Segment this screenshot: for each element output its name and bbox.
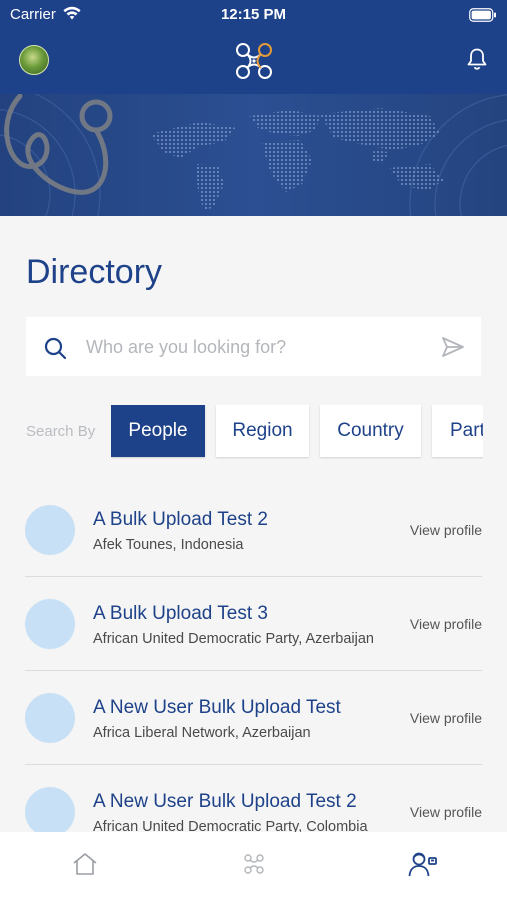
avatar	[25, 505, 75, 555]
filter-region[interactable]: Region	[216, 405, 309, 457]
view-profile-link[interactable]: View profile	[410, 710, 482, 726]
filter-chips: People Region Country Part	[111, 405, 483, 459]
home-icon	[72, 852, 98, 881]
clock: 12:15 PM	[220, 6, 287, 23]
search-input[interactable]	[84, 327, 428, 367]
network-icon	[242, 852, 266, 881]
person-affiliation: Africa Liberal Network, Azerbaijan	[93, 725, 311, 741]
tab-bar	[0, 832, 507, 900]
battery-icon	[469, 8, 497, 27]
search-bar	[26, 317, 481, 376]
list-item[interactable]: A Bulk Upload Test 3 African United Demo…	[0, 577, 507, 671]
network-logo	[233, 40, 275, 87]
person-affiliation: African United Democratic Party, Azerbai…	[93, 631, 374, 647]
tab-directory[interactable]	[338, 832, 507, 900]
view-profile-link[interactable]: View profile	[410, 804, 482, 820]
filter-people[interactable]: People	[111, 405, 205, 457]
person-affiliation: Afek Tounes, Indonesia	[93, 537, 244, 553]
tab-network[interactable]	[169, 832, 338, 900]
person-name[interactable]: A New User Bulk Upload Test 2	[93, 791, 357, 813]
person-name[interactable]: A New User Bulk Upload Test	[93, 697, 341, 719]
send-icon[interactable]	[441, 336, 465, 363]
list-item[interactable]: A Bulk Upload Test 2 Afek Tounes, Indone…	[0, 483, 507, 577]
tab-home[interactable]	[0, 832, 169, 900]
person-name[interactable]: A Bulk Upload Test 3	[93, 603, 268, 625]
user-avatar[interactable]	[19, 45, 49, 75]
filter-party[interactable]: Part	[432, 405, 483, 457]
view-profile-link[interactable]: View profile	[410, 522, 482, 538]
status-bar: Carrier 12:15 PM	[0, 0, 507, 30]
hero-banner	[0, 94, 507, 216]
page-title: Directory	[26, 253, 163, 291]
search-by-label: Search By	[26, 423, 96, 440]
directory-icon	[408, 850, 438, 883]
avatar	[25, 599, 75, 649]
world-map-illustration	[0, 94, 507, 216]
search-icon	[43, 336, 67, 365]
bell-icon[interactable]	[466, 47, 488, 76]
avatar	[25, 693, 75, 743]
person-name[interactable]: A Bulk Upload Test 2	[93, 509, 268, 531]
filter-country[interactable]: Country	[320, 405, 421, 457]
avatar	[25, 787, 75, 837]
view-profile-link[interactable]: View profile	[410, 616, 482, 632]
nav-bar	[0, 30, 507, 94]
list-item[interactable]: A New User Bulk Upload Test Africa Liber…	[0, 671, 507, 765]
